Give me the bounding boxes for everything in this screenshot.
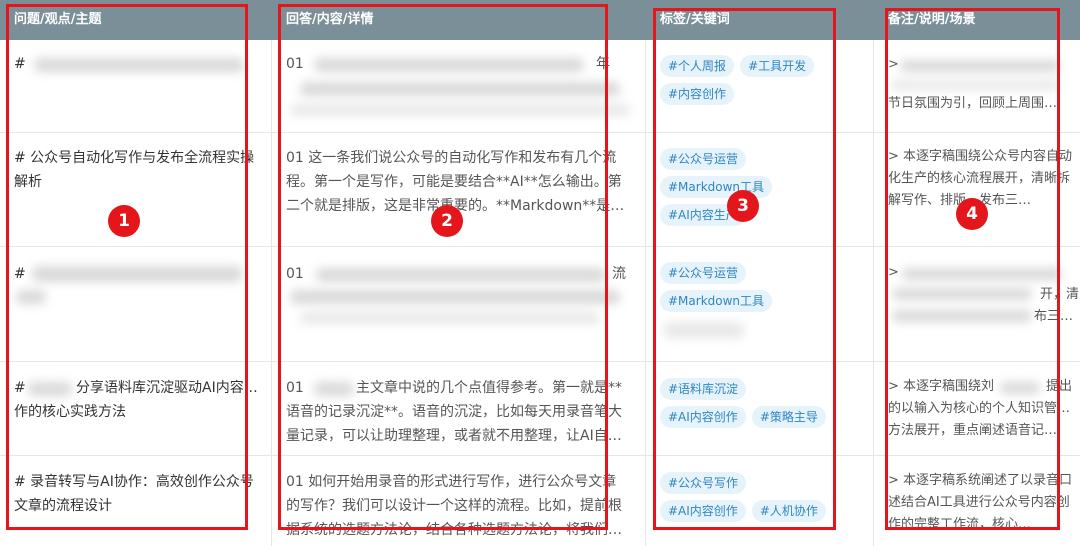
column-divider (645, 40, 646, 546)
annotation-box-1 (6, 4, 248, 530)
row-3-content-fragment: 流 (612, 266, 626, 282)
column-divider (873, 40, 874, 546)
annotation-box-3 (653, 8, 836, 530)
annotation-box-4 (885, 8, 1060, 530)
annotation-badge-4: 4 (956, 198, 988, 230)
column-divider (271, 40, 272, 546)
annotation-badge-3: 3 (727, 190, 759, 222)
annotation-badge-2: 2 (431, 205, 463, 237)
annotation-box-2 (278, 4, 608, 530)
annotation-badge-1: 1 (108, 205, 140, 237)
